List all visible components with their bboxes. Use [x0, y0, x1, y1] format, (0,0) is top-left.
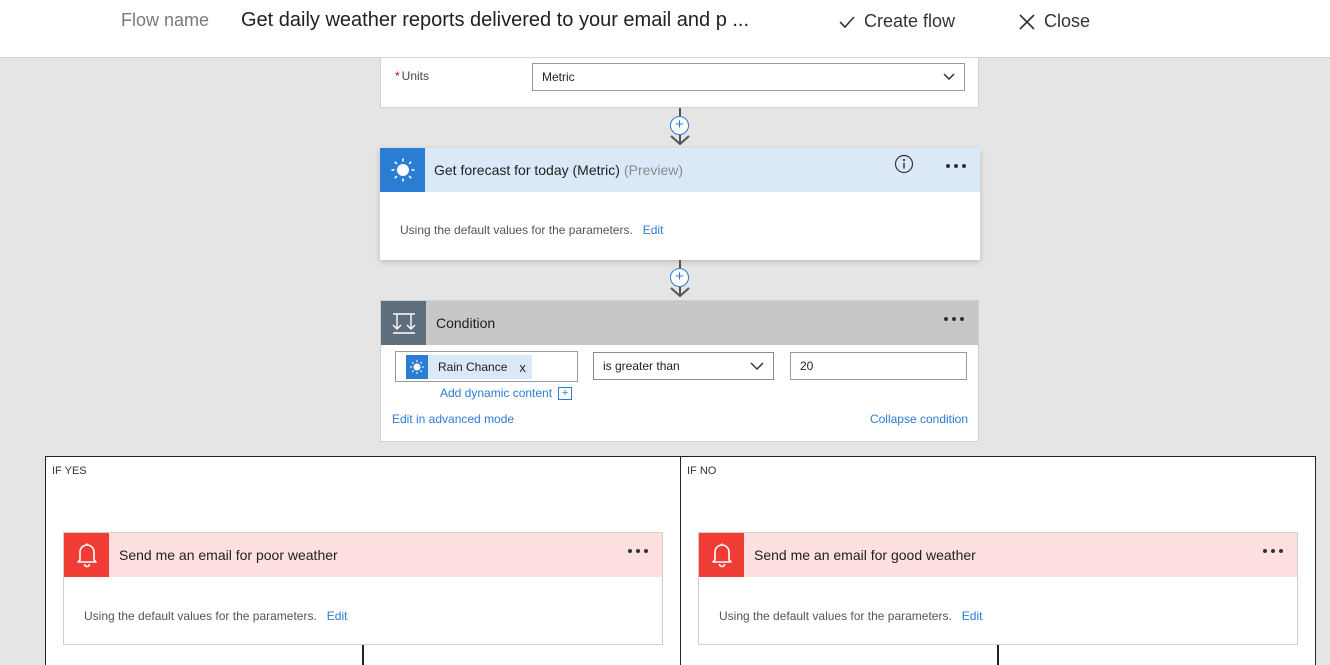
if-no-branch: IF NO Send me an email for good weather …	[680, 456, 1316, 665]
condition-card[interactable]: Condition Rain Chance x Add dynamic cont…	[380, 300, 979, 442]
add-dynamic-content-label: Add dynamic content	[440, 386, 553, 400]
if-yes-branch: IF YES Send me an email for poor weather…	[45, 456, 681, 665]
bell-icon	[76, 543, 97, 568]
good-weather-card-title: Send me an email for good weather	[754, 547, 976, 563]
email-icon-tile	[64, 533, 109, 577]
collapse-condition-link[interactable]: Collapse condition	[870, 412, 968, 426]
bell-icon	[711, 543, 732, 568]
rain-chance-token[interactable]: Rain Chance x	[406, 355, 532, 379]
good-weather-body-text: Using the default values for the paramet…	[719, 609, 952, 623]
arrow-down-icon	[670, 135, 690, 146]
condition-value-input[interactable]: 20	[790, 352, 967, 380]
flow-name-input[interactable]: Get daily weather reports delivered to y…	[241, 9, 749, 32]
poor-weather-card-title: Send me an email for poor weather	[119, 547, 338, 563]
poor-weather-card-body: Using the default values for the paramet…	[84, 609, 347, 623]
create-flow-button[interactable]: Create flow	[838, 11, 955, 32]
forecast-title-text: Get forecast for today (Metric)	[434, 162, 620, 178]
poor-weather-edit-link[interactable]: Edit	[327, 609, 348, 623]
good-weather-email-card[interactable]: Send me an email for good weather Using …	[698, 532, 1298, 645]
edit-advanced-mode-link[interactable]: Edit in advanced mode	[392, 412, 514, 426]
insert-step-button[interactable]: +	[670, 116, 689, 135]
condition-icon	[392, 313, 415, 334]
create-flow-label: Create flow	[864, 11, 956, 31]
condition-title: Condition	[436, 315, 496, 331]
token-sun-icon-tile	[406, 355, 428, 379]
insert-step-button[interactable]: +	[670, 268, 689, 287]
top-bar: Flow name Get daily weather reports deli…	[0, 0, 1330, 58]
close-button[interactable]: Close	[1018, 11, 1090, 32]
close-icon	[1019, 13, 1035, 30]
arrow-down-icon	[670, 287, 690, 298]
if-no-label: IF NO	[687, 465, 717, 477]
connector-line	[997, 645, 999, 665]
poor-weather-email-card[interactable]: Send me an email for poor weather Using …	[63, 532, 663, 645]
add-dynamic-content-link[interactable]: Add dynamic content +	[440, 386, 573, 400]
token-label: Rain Chance	[438, 360, 508, 374]
add-dynamic-content-icon: +	[558, 386, 573, 400]
sun-icon	[391, 158, 414, 182]
units-selected-value: Metric	[542, 70, 575, 84]
remove-token-button[interactable]: x	[519, 360, 526, 375]
chevron-down-icon	[750, 362, 764, 370]
sun-icon	[410, 360, 424, 374]
if-yes-label: IF YES	[52, 465, 87, 477]
poor-weather-body-text: Using the default values for the paramet…	[84, 609, 317, 623]
chevron-down-icon	[943, 73, 955, 81]
good-weather-edit-link[interactable]: Edit	[962, 609, 983, 623]
connector-line	[362, 645, 364, 665]
condition-icon-tile	[381, 301, 426, 345]
checkmark-icon	[839, 15, 855, 28]
more-options-icon[interactable]	[626, 545, 650, 557]
operator-dropdown[interactable]: is greater than	[593, 352, 774, 380]
units-dropdown[interactable]: Metric	[532, 63, 965, 91]
good-weather-card-body: Using the default values for the paramet…	[719, 609, 982, 623]
forecast-card-body: Using the default values for the paramet…	[400, 223, 663, 237]
condition-value: 20	[800, 359, 814, 373]
condition-card-header[interactable]: Condition	[381, 301, 978, 345]
more-options-icon[interactable]	[942, 313, 966, 325]
units-label-text: Units	[401, 69, 430, 83]
operator-selected-value: is greater than	[603, 359, 680, 373]
email-icon-tile	[699, 533, 744, 577]
forecast-card-title: Get forecast for today (Metric) (Preview)	[434, 162, 683, 178]
flow-name-label: Flow name	[121, 10, 210, 30]
good-weather-card-header[interactable]: Send me an email for good weather	[699, 533, 1297, 577]
forecast-icon-tile	[380, 148, 425, 192]
forecast-edit-link[interactable]: Edit	[643, 223, 664, 237]
units-label: * Units	[395, 69, 429, 83]
poor-weather-card-header[interactable]: Send me an email for poor weather	[64, 533, 662, 577]
condition-left-operand[interactable]: Rain Chance x	[395, 351, 578, 382]
more-options-icon[interactable]	[944, 160, 968, 172]
close-label: Close	[1044, 11, 1091, 31]
forecast-action-card[interactable]: Get forecast for today (Metric) (Preview)…	[380, 148, 980, 260]
weather-trigger-card: * Units Metric	[380, 58, 979, 108]
forecast-body-text: Using the default values for the paramet…	[400, 223, 633, 237]
info-icon[interactable]	[894, 154, 914, 174]
required-mark: *	[395, 69, 400, 83]
more-options-icon[interactable]	[1261, 545, 1285, 557]
forecast-card-header[interactable]: Get forecast for today (Metric) (Preview)	[380, 148, 980, 192]
preview-badge: (Preview)	[623, 162, 684, 178]
